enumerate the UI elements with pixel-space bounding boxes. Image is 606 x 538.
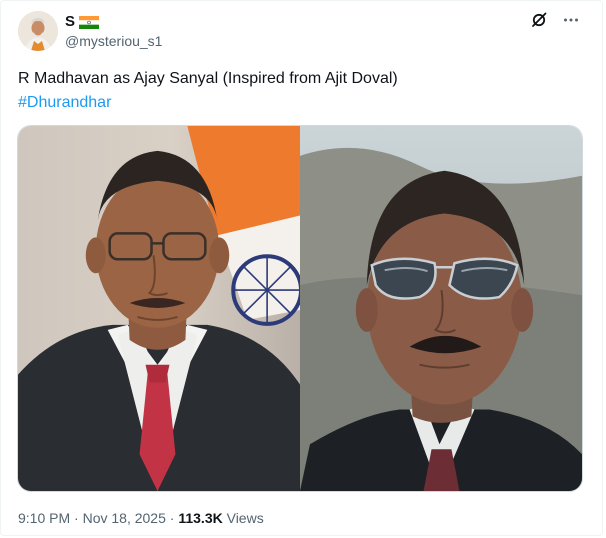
views-count[interactable]: 113.3K: [178, 510, 222, 526]
author-display-name[interactable]: S: [65, 13, 75, 31]
tweet-body: R Madhavan as Ajay Sanyal (Inspired from…: [18, 67, 578, 115]
india-flag-icon: [79, 15, 100, 29]
tweet-text: R Madhavan as Ajay Sanyal (Inspired from…: [18, 70, 398, 87]
media-right-image[interactable]: [300, 126, 582, 491]
grok-button[interactable]: [530, 11, 548, 29]
tweet-media[interactable]: [17, 125, 583, 492]
meta-separator: ·: [70, 510, 83, 526]
meta-separator: ·: [165, 510, 179, 526]
tweet-header-actions: [530, 11, 580, 29]
author-name-row[interactable]: S: [65, 13, 100, 31]
tweet-date[interactable]: Nov 18, 2025: [83, 510, 166, 526]
tweet-time[interactable]: 9:10 PM: [18, 510, 70, 526]
hashtag-link[interactable]: #Dhurandhar: [18, 91, 578, 115]
photo-man-in-suit-with-indian-flag-icon: [18, 126, 300, 491]
tweet-card: S @mysteriou_s1 R Madhavan as Ajay Sanya…: [0, 0, 603, 536]
views-label: Views: [222, 510, 264, 526]
author-handle[interactable]: @mysteriou_s1: [65, 32, 162, 50]
more-horizontal-icon: [564, 18, 578, 22]
photo-man-in-aviator-sunglasses-icon: [300, 126, 582, 491]
more-button[interactable]: [562, 11, 580, 29]
author-avatar[interactable]: [18, 11, 58, 51]
profile-avatar-icon: [18, 11, 58, 51]
slashed-circle-icon: [532, 12, 547, 27]
media-left-image[interactable]: [18, 126, 300, 491]
tweet-meta: 9:10 PM · Nov 18, 2025 · 113.3K Views: [18, 509, 264, 527]
